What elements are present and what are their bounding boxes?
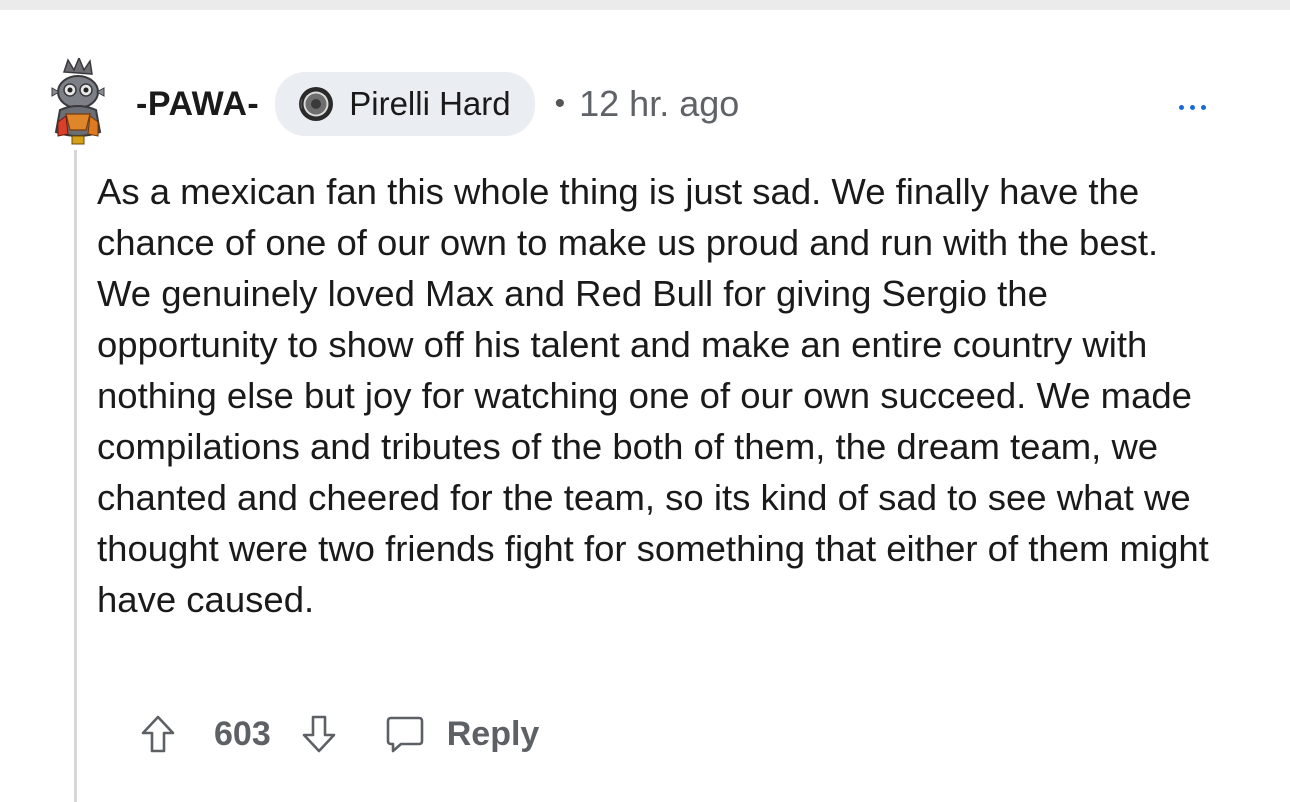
comment-body: As a mexican fan this whole thing is jus… — [97, 171, 1209, 620]
reply-button[interactable]: Reply — [385, 714, 540, 754]
meta-separator: • — [554, 87, 566, 120]
downvote-arrow-icon[interactable] — [301, 714, 337, 754]
ellipsis-icon-dot — [1189, 104, 1195, 110]
user-flair: Pirelli Hard — [275, 72, 535, 136]
ellipsis-icon-dot — [1178, 104, 1184, 110]
username[interactable]: -PAWA- — [136, 85, 259, 124]
speech-bubble-icon — [386, 716, 424, 753]
ellipsis-icon-dot — [1200, 104, 1206, 110]
top-divider — [0, 0, 1290, 10]
thread-line[interactable] — [74, 150, 77, 802]
reply-label: Reply — [446, 714, 540, 753]
user-avatar[interactable] — [46, 56, 108, 146]
upvote-arrow-icon[interactable] — [140, 714, 176, 754]
timestamp[interactable]: 12 hr. ago — [579, 83, 739, 125]
vote-score: 603 — [214, 714, 271, 753]
flair-label: Pirelli Hard — [349, 85, 511, 122]
comment-header: -PAWA- Pirelli Hard • 12 hr. ago — [136, 72, 739, 136]
avatar-image — [51, 56, 105, 145]
more-options-button[interactable] — [1170, 92, 1214, 122]
tire-icon — [299, 87, 334, 121]
comment-actions: 603 Reply — [140, 706, 539, 762]
